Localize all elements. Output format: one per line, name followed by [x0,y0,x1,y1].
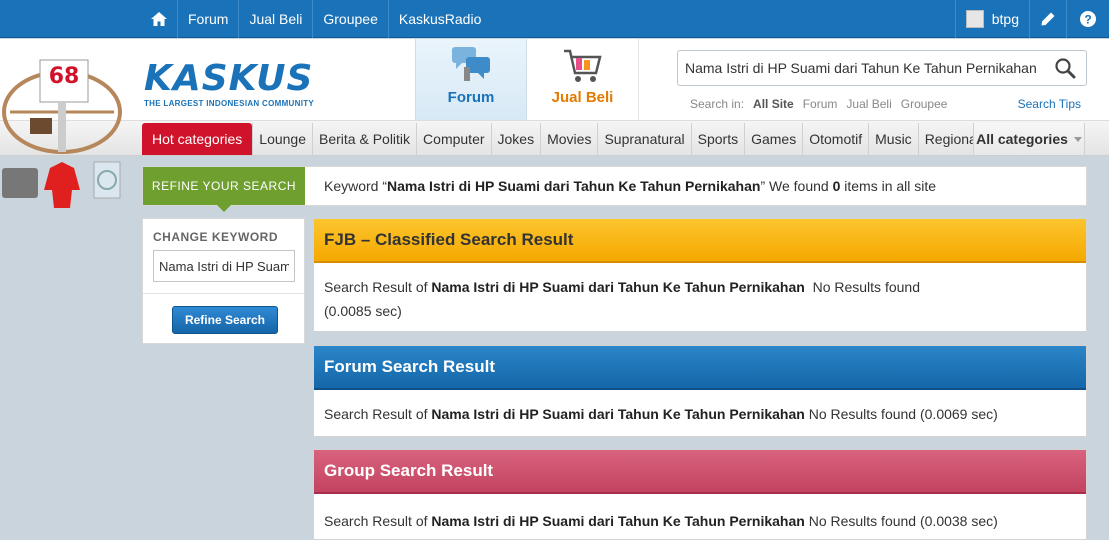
forum-prefix: Search Result of [324,406,432,422]
anniversary-badge: 68 [48,64,80,89]
search-scope: Search in: All Site Forum Jual Beli Grou… [690,97,947,111]
forum-suffix: No Results found (0.0069 sec) [804,406,998,422]
fjb-prefix: Search Result of [324,279,432,295]
forum-result-title: Forum Search Result [314,346,1086,390]
change-keyword-title: CHANGE KEYWORD [153,230,279,244]
group-result-panel: Group Search Result Search Result of Nam… [313,449,1087,540]
help-button[interactable]: ? [1066,0,1109,38]
top-navbar: Forum Jual Beli Groupee KaskusRadio btpg… [0,0,1109,38]
all-categories-label: All categories [976,131,1068,147]
tab-forum[interactable]: Forum [415,39,527,120]
edit-button[interactable] [1029,0,1066,38]
username: btpg [991,11,1019,27]
user-menu: btpg ? [954,0,1109,38]
shopping-cart-icon [560,45,606,85]
search-box [677,50,1087,86]
home-icon [151,12,167,26]
anniversary-mascot: 68 [0,40,130,215]
scope-forum[interactable]: Forum [803,97,838,111]
top-nav: Forum Jual Beli Groupee KaskusRadio [141,0,491,38]
forum-term: Nama Istri di HP Suami dari Tahun Ke Tah… [431,406,805,422]
site-header: KASKUS THE LARGEST INDONESIAN COMMUNITY … [0,39,1109,120]
magnifier-icon[interactable] [1054,57,1076,79]
group-result-title: Group Search Result [314,450,1086,494]
kw-mid: ” We found [760,178,833,194]
kw-prefix: Keyword “ [324,178,388,194]
fjb-term: Nama Istri di HP Suami dari Tahun Ke Tah… [431,279,805,295]
avatar [965,10,984,28]
logo-text: KASKUS [144,58,314,99]
pencil-icon [1041,12,1055,26]
refine-your-search-tab[interactable]: REFINE YOUR SEARCH [143,167,305,212]
group-term: Nama Istri di HP Suami dari Tahun Ke Tah… [431,513,805,529]
svg-text:?: ? [1084,13,1091,27]
kw-suffix: items in all site [840,178,937,194]
category-jokes[interactable]: Jokes [490,123,541,155]
scope-jualbeli[interactable]: Jual Beli [846,97,891,111]
kw-value: Nama Istri di HP Suami dari Tahun Ke Tah… [387,178,761,194]
fjb-result-panel: FJB – Classified Search Result Search Re… [313,218,1087,332]
change-keyword-input[interactable] [153,250,295,282]
tab-forum-label: Forum [447,89,495,106]
group-prefix: Search Result of [324,513,432,529]
refine-search-button[interactable]: Refine Search [172,306,278,334]
logo-tagline: THE LARGEST INDONESIAN COMMUNITY [144,99,315,108]
user-profile-link[interactable]: btpg [954,0,1029,38]
topnav-groupee[interactable]: Groupee [312,0,387,38]
category-otomotif[interactable]: Otomotif [802,123,868,155]
category-supranatural[interactable]: Supranatural [597,123,690,155]
tab-jualbeli-label: Jual Beli [551,89,614,106]
category-music[interactable]: Music [868,123,918,155]
search-in-label: Search in: [690,97,745,111]
search-tips-link[interactable]: Search Tips [1018,97,1081,111]
category-lounge[interactable]: Lounge [252,123,312,155]
fjb-result-title: FJB – Classified Search Result [314,219,1086,263]
home-button[interactable] [141,0,177,38]
topnav-kaskusradio[interactable]: KaskusRadio [387,0,492,38]
group-suffix: No Results found (0.0038 sec) [804,513,998,529]
scope-groupee[interactable]: Groupee [901,97,948,111]
keyword-summary: Keyword “Nama Istri di HP Suami dari Tah… [324,178,936,194]
refine-bar: REFINE YOUR SEARCH Keyword “Nama Istri d… [142,166,1087,212]
category-berita-politik[interactable]: Berita & Politik [312,123,416,155]
search-input[interactable] [685,58,1045,78]
category-games[interactable]: Games [744,123,802,155]
all-categories-dropdown[interactable]: All categories [973,123,1085,155]
forum-chat-icon [448,45,494,85]
topnav-forum[interactable]: Forum [177,0,238,38]
category-sports[interactable]: Sports [690,123,744,155]
category-bar: Hot categories Lounge Berita & Politik C… [0,120,1109,156]
divider [143,293,304,294]
category-hot[interactable]: Hot categories [142,123,253,155]
forum-result-text: Search Result of Nama Istri di HP Suami … [314,390,1086,438]
group-result-text: Search Result of Nama Istri di HP Suami … [314,494,1086,540]
category-list: Hot categories Lounge Berita & Politik C… [142,123,986,155]
kaskus-logo[interactable]: KASKUS THE LARGEST INDONESIAN COMMUNITY [144,61,326,111]
category-movies[interactable]: Movies [540,123,597,155]
help-icon: ? [1080,11,1096,27]
scope-all-site[interactable]: All Site [753,97,794,111]
category-computer[interactable]: Computer [416,123,490,155]
forum-result-panel: Forum Search Result Search Result of Nam… [313,345,1087,437]
fjb-result-text: Search Result of Nama Istri di HP Suami … [314,263,954,335]
change-keyword-panel: CHANGE KEYWORD Refine Search [142,218,305,344]
topnav-jualbeli[interactable]: Jual Beli [238,0,312,38]
tab-jualbeli[interactable]: Jual Beli [527,39,639,120]
chevron-down-icon [1073,136,1082,142]
